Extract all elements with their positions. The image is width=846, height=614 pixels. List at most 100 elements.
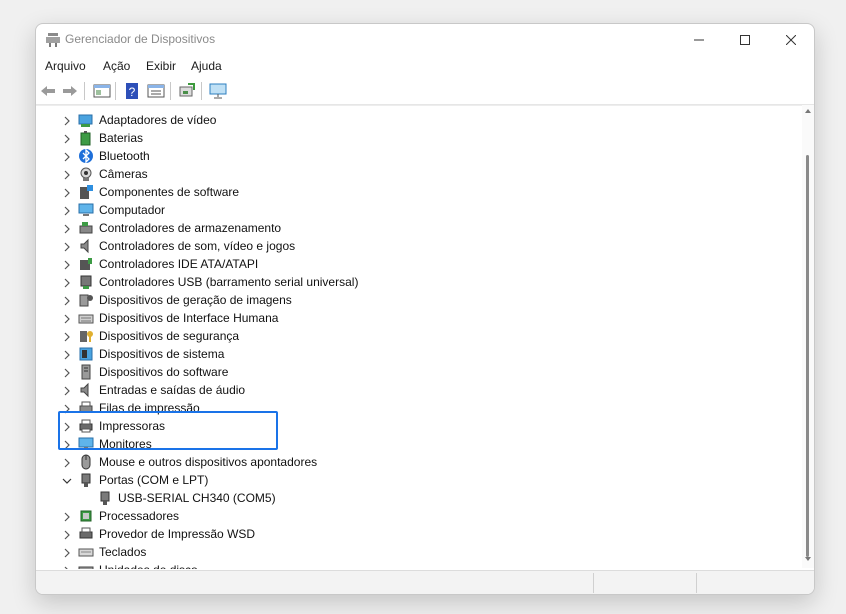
scrollbar-thumb[interactable] — [806, 155, 809, 557]
mouse-icon — [78, 454, 94, 470]
tree-category[interactable]: Mouse e outros dispositivos apontadores — [36, 453, 796, 471]
chevron-down-icon[interactable] — [61, 474, 73, 486]
properties-button[interactable] — [147, 82, 165, 100]
tree-category[interactable]: Controladores de som, vídeo e jogos — [36, 237, 796, 255]
scan-monitor-icon — [209, 83, 227, 99]
chevron-right-icon[interactable] — [61, 168, 73, 180]
chevron-right-icon[interactable] — [61, 276, 73, 288]
scroll-down-icon[interactable] — [805, 557, 811, 561]
forward-button[interactable] — [61, 82, 79, 100]
maximize-button[interactable] — [722, 28, 768, 52]
camera-icon — [78, 166, 94, 182]
software-component-icon — [78, 184, 94, 200]
tree-item-label: Componentes de software — [99, 185, 240, 199]
disk-drive-icon — [78, 562, 94, 569]
tree-category[interactable]: Dispositivos de Interface Humana — [36, 309, 796, 327]
chevron-right-icon[interactable] — [61, 222, 73, 234]
tree-category[interactable]: Dispositivos do software — [36, 363, 796, 381]
scan-hardware-button[interactable] — [209, 82, 227, 100]
tree-category[interactable]: Câmeras — [36, 165, 796, 183]
status-separator — [696, 573, 697, 593]
tree-category[interactable]: Controladores de armazenamento — [36, 219, 796, 237]
minimize-icon — [694, 39, 704, 41]
menu-arquivo[interactable]: Arquivo — [45, 59, 86, 73]
scroll-up-icon[interactable] — [805, 109, 811, 113]
arrow-left-icon — [41, 86, 55, 96]
tree-category[interactable]: Teclados — [36, 543, 796, 561]
back-button[interactable] — [39, 82, 57, 100]
tree-item-label: Dispositivos de Interface Humana — [99, 311, 279, 325]
tree-category[interactable]: Controladores IDE ATA/ATAPI — [36, 255, 796, 273]
print-queue-icon — [78, 400, 94, 416]
chevron-right-icon[interactable] — [61, 546, 73, 558]
speaker-icon — [78, 238, 94, 254]
tree-category[interactable]: Processadores — [36, 507, 796, 525]
help-icon: ? — [126, 83, 138, 99]
chevron-right-icon[interactable] — [61, 132, 73, 144]
close-button[interactable] — [768, 28, 814, 52]
chevron-right-icon[interactable] — [61, 348, 73, 360]
chevron-right-icon[interactable] — [61, 204, 73, 216]
tree-category[interactable]: Unidades de disco — [36, 561, 796, 569]
chevron-right-icon[interactable] — [61, 258, 73, 270]
tree-item-label: USB-SERIAL CH340 (COM5) — [118, 491, 276, 505]
tree-category[interactable]: Bluetooth — [36, 147, 796, 165]
tree-category[interactable]: Adaptadores de vídeo — [36, 111, 796, 129]
show-hide-console-tree-button[interactable] — [93, 82, 111, 100]
status-separator — [593, 573, 594, 593]
tree-category[interactable]: Entradas e saídas de áudio — [36, 381, 796, 399]
toolbar-separator — [201, 82, 202, 100]
chevron-right-icon[interactable] — [61, 186, 73, 198]
update-driver-button[interactable] — [178, 82, 196, 100]
svg-text:?: ? — [129, 85, 136, 99]
tree-item-label: Filas de impressão — [99, 401, 200, 415]
tree-item-label: Controladores de som, vídeo e jogos — [99, 239, 296, 253]
chevron-right-icon[interactable] — [61, 420, 73, 432]
chevron-right-icon[interactable] — [61, 366, 73, 378]
tree-item-label: Bluetooth — [99, 149, 150, 163]
tree-category[interactable]: Filas de impressão — [36, 399, 796, 417]
tree-category[interactable]: Baterias — [36, 129, 796, 147]
chevron-right-icon[interactable] — [61, 438, 73, 450]
tree-category[interactable]: Provedor de Impressão WSD — [36, 525, 796, 543]
tree-item-label: Dispositivos de sistema — [99, 347, 225, 361]
chevron-right-icon[interactable] — [61, 456, 73, 468]
device-manager-app-icon — [45, 32, 61, 48]
chevron-right-icon[interactable] — [61, 294, 73, 306]
tree-category[interactable]: Dispositivos de sistema — [36, 345, 796, 363]
minimize-button[interactable] — [676, 28, 722, 52]
chevron-right-icon[interactable] — [61, 510, 73, 522]
device-tree[interactable]: Adaptadores de vídeo Baterias Bluetooth Câm… — [36, 105, 802, 569]
tree-category[interactable]: Controladores USB (barramento serial uni… — [36, 273, 796, 291]
tree-category[interactable]: Impressoras — [36, 417, 796, 435]
tree-item-label: Controladores de armazenamento — [99, 221, 282, 235]
console-tree-icon — [93, 84, 111, 98]
vertical-scrollbar[interactable] — [802, 105, 814, 568]
wsd-printer-icon — [78, 526, 94, 542]
chevron-right-icon[interactable] — [61, 402, 73, 414]
tree-category[interactable]: Dispositivos de segurança — [36, 327, 796, 345]
tree-category[interactable]: Dispositivos de geração de imagens — [36, 291, 796, 309]
menu-ajuda[interactable]: Ajuda — [191, 59, 222, 73]
menu-acao[interactable]: Ação — [103, 59, 130, 73]
tree-item-label: Computador — [99, 203, 166, 217]
menu-exibir[interactable]: Exibir — [146, 59, 176, 73]
hid-icon — [78, 310, 94, 326]
tree-category[interactable]: Computador — [36, 201, 796, 219]
tree-child-item[interactable]: USB-SERIAL CH340 (COM5) — [36, 489, 796, 507]
chevron-right-icon[interactable] — [61, 528, 73, 540]
chevron-right-icon[interactable] — [61, 564, 73, 569]
chevron-right-icon[interactable] — [61, 312, 73, 324]
chevron-right-icon[interactable] — [61, 330, 73, 342]
processor-icon — [78, 508, 94, 524]
chevron-right-icon[interactable] — [61, 384, 73, 396]
chevron-right-icon[interactable] — [61, 150, 73, 162]
tree-category[interactable]: Monitores — [36, 435, 796, 453]
tree-category[interactable]: Portas (COM e LPT) — [36, 471, 796, 489]
chevron-right-icon[interactable] — [61, 114, 73, 126]
tree-category[interactable]: Componentes de software — [36, 183, 796, 201]
chevron-right-icon[interactable] — [61, 240, 73, 252]
help-button[interactable]: ? — [123, 82, 141, 100]
device-manager-window: Gerenciador de Dispositivos Arquivo Ação… — [35, 23, 815, 595]
display-adapter-icon — [78, 112, 94, 128]
